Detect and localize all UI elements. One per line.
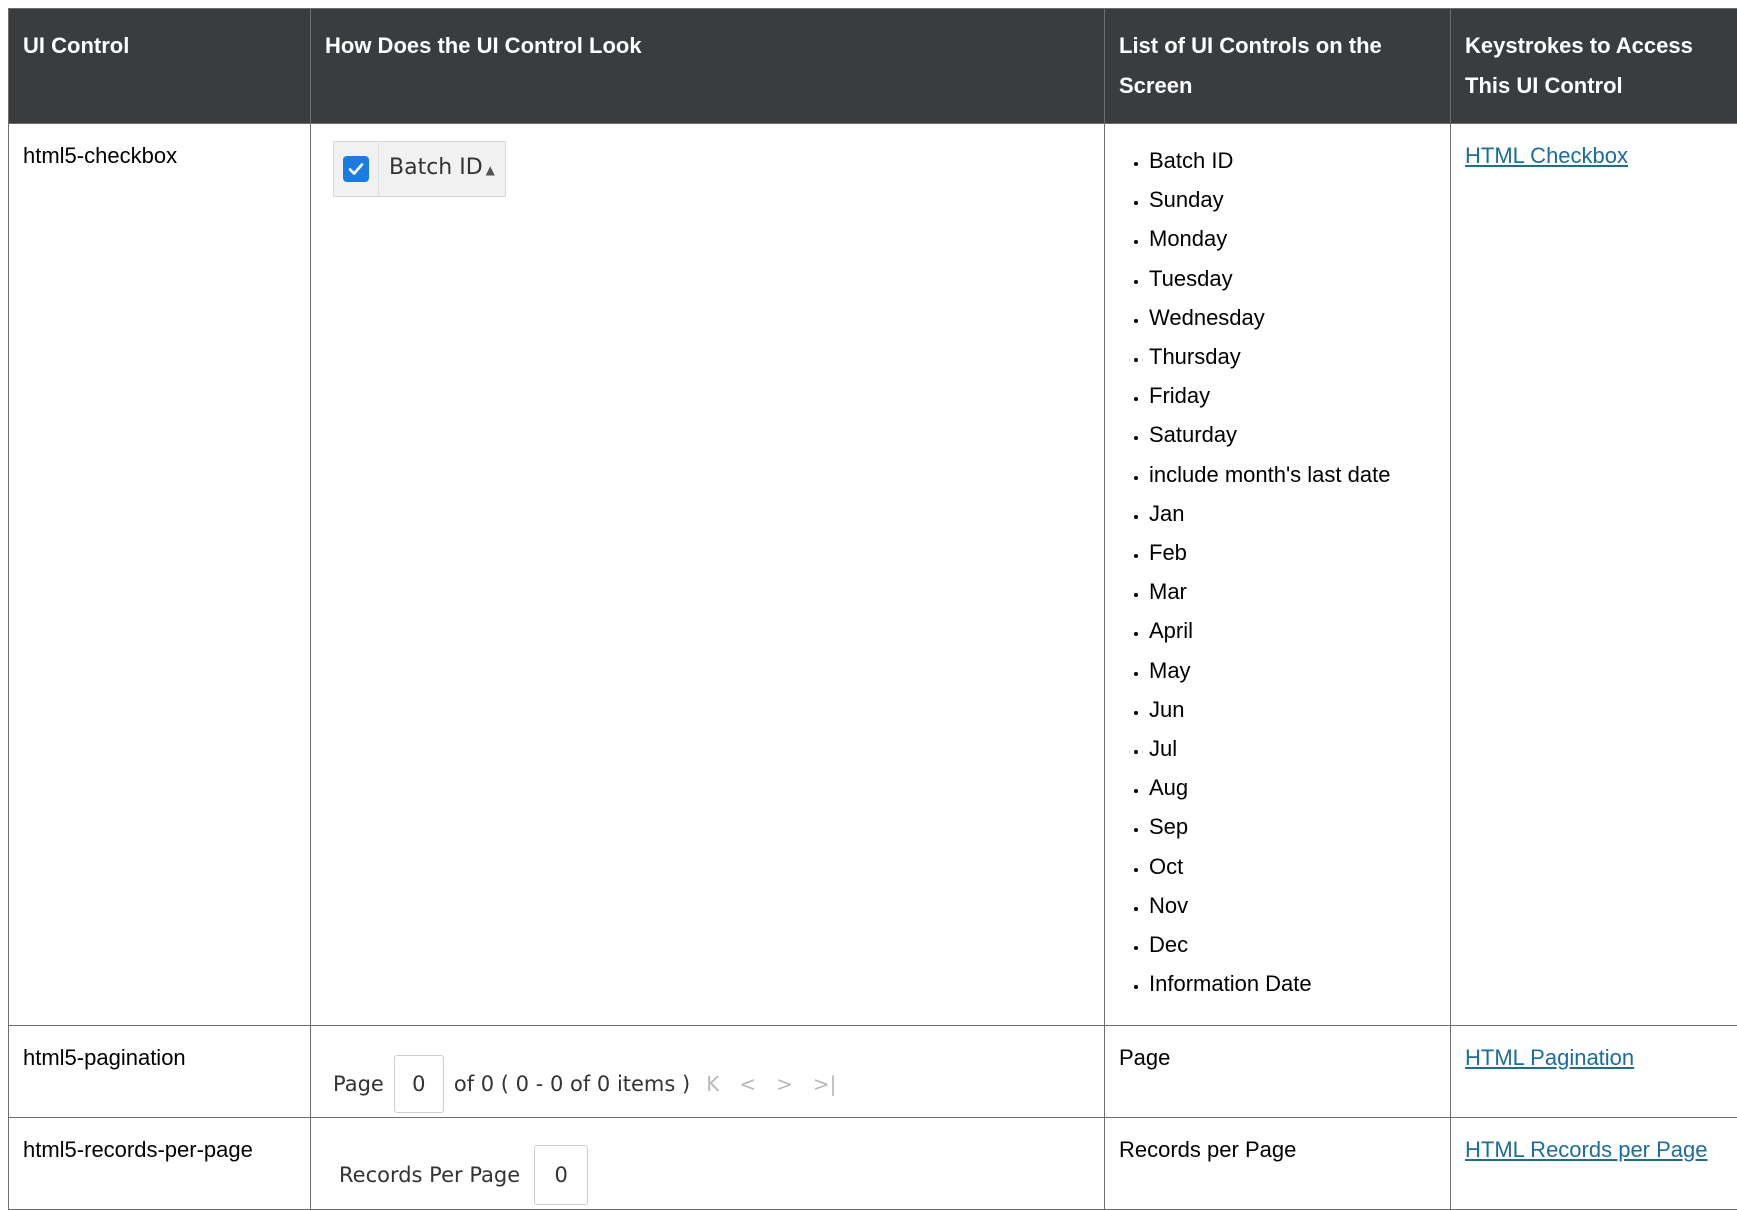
control-look-cell: Page 0 of 0 ( 0 - 0 of 0 items ) K < > >|: [311, 1026, 1105, 1118]
pagination-sample: Page 0 of 0 ( 0 - 0 of 0 items ) K < > >|: [333, 1055, 1090, 1113]
list-item: Dec: [1149, 925, 1436, 964]
html-pagination-link[interactable]: HTML Pagination: [1465, 1045, 1634, 1070]
control-name-cell: html5-checkbox: [9, 124, 311, 1026]
list-item: Saturday: [1149, 415, 1436, 454]
list-item: Information Date: [1149, 964, 1436, 1003]
list-item: Jul: [1149, 729, 1436, 768]
page-summary: of 0 ( 0 - 0 of 0 items ): [454, 1069, 690, 1099]
list-item: Tuesday: [1149, 259, 1436, 298]
list-item: Oct: [1149, 847, 1436, 886]
control-list-cell: Page: [1105, 1026, 1451, 1118]
control-look-cell: Batch ID▲: [311, 124, 1105, 1026]
page-label: Page: [333, 1069, 384, 1099]
records-per-page-input: 0: [534, 1145, 588, 1205]
checked-checkbox-icon: [343, 156, 369, 182]
control-name-cell: html5-records-per-page: [9, 1118, 311, 1210]
list-item: Friday: [1149, 376, 1436, 415]
list-item: Wednesday: [1149, 298, 1436, 337]
control-look-cell: Records Per Page 0: [311, 1118, 1105, 1210]
list-item: Aug: [1149, 768, 1436, 807]
header-list-of-controls: List of UI Controls on the Screen: [1105, 9, 1451, 124]
control-list-cell: Records per Page: [1105, 1118, 1451, 1210]
list-item: Nov: [1149, 886, 1436, 925]
html-checkbox-link[interactable]: HTML Checkbox: [1465, 143, 1628, 168]
list-item: May: [1149, 651, 1436, 690]
header-how-it-looks: How Does the UI Control Look: [311, 9, 1105, 124]
table-row: html5-pagination Page 0 of 0 ( 0 - 0 of …: [9, 1026, 1737, 1118]
keystrokes-cell: HTML Pagination: [1451, 1026, 1737, 1118]
table-row: html5-records-per-page Records Per Page …: [9, 1118, 1737, 1210]
page-number-input: 0: [394, 1055, 444, 1113]
list-item: Monday: [1149, 219, 1436, 258]
control-list-cell: Batch IDSundayMondayTuesdayWednesdayThur…: [1105, 124, 1451, 1026]
records-per-page-sample: Records Per Page 0: [339, 1145, 1090, 1205]
pagination-nav: K < > >|: [706, 1069, 856, 1099]
keystrokes-cell: HTML Records per Page: [1451, 1118, 1737, 1210]
list-item: Sunday: [1149, 180, 1436, 219]
control-list: Batch IDSundayMondayTuesdayWednesdayThur…: [1119, 141, 1436, 1003]
table-header-row: UI Control How Does the UI Control Look …: [9, 9, 1737, 124]
list-item: Batch ID: [1149, 141, 1436, 180]
prev-page-icon: <: [739, 1072, 756, 1096]
list-item: April: [1149, 611, 1436, 650]
next-page-icon: >: [776, 1072, 793, 1096]
control-name-cell: html5-pagination: [9, 1026, 311, 1118]
list-item: Jan: [1149, 494, 1436, 533]
keystrokes-cell: HTML Checkbox: [1451, 124, 1737, 1026]
header-keystrokes: Keystrokes to Access This UI Control: [1451, 9, 1737, 124]
sort-ascending-icon: ▲: [486, 163, 495, 177]
list-item: include month's last date: [1149, 455, 1436, 494]
last-page-icon: >|: [813, 1072, 837, 1096]
list-item: Thursday: [1149, 337, 1436, 376]
list-item: Sep: [1149, 807, 1436, 846]
header-ui-control: UI Control: [9, 9, 311, 124]
checkbox-sample-label: Batch ID▲: [379, 153, 505, 185]
list-item: Jun: [1149, 690, 1436, 729]
checkbox-sample: Batch ID▲: [333, 141, 506, 197]
first-page-icon: K: [706, 1072, 719, 1096]
list-item: Mar: [1149, 572, 1436, 611]
table-row: html5-checkbox Batch ID▲ Batch IDSundayM…: [9, 124, 1737, 1026]
html-records-per-page-link[interactable]: HTML Records per Page: [1465, 1137, 1708, 1162]
ui-controls-table: UI Control How Does the UI Control Look …: [8, 8, 1737, 1210]
list-item: Feb: [1149, 533, 1436, 572]
